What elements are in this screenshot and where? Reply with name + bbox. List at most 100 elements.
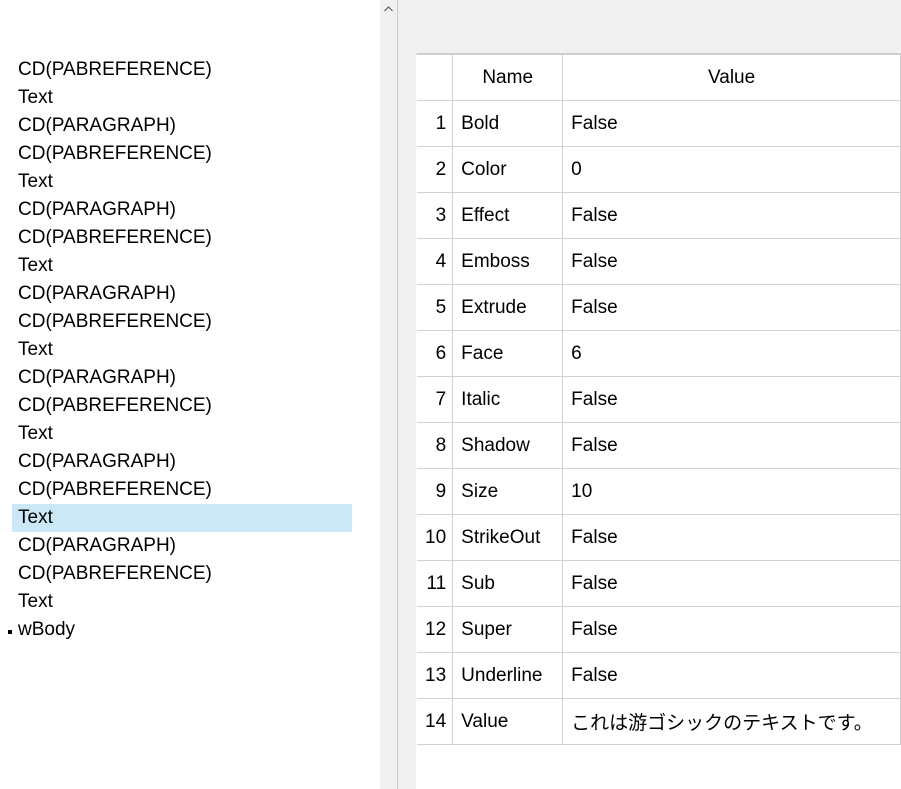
tree-item[interactable]: Text [0, 168, 380, 196]
table-row[interactable]: 11SubFalse [417, 561, 901, 607]
tree-item-label: Text [18, 507, 53, 528]
cell-name[interactable]: Bold [453, 101, 563, 147]
table-row[interactable]: 4EmbossFalse [417, 239, 901, 285]
table-row[interactable]: 10StrikeOutFalse [417, 515, 901, 561]
row-number: 4 [417, 239, 453, 285]
tree-item-label: Text [18, 423, 53, 444]
tree-item-label: CD(PARAGRAPH) [18, 199, 176, 220]
tree-item-label: CD(PABREFERENCE) [18, 563, 212, 584]
row-number: 9 [417, 469, 453, 515]
cell-name[interactable]: Color [453, 147, 563, 193]
row-number: 7 [417, 377, 453, 423]
tree-item[interactable]: CD(PARAGRAPH) [0, 448, 380, 476]
cell-value[interactable]: False [563, 561, 901, 607]
tree-item[interactable]: CD(PARAGRAPH) [0, 196, 380, 224]
tree-item[interactable]: CD(PABREFERENCE) [0, 476, 380, 504]
tree-item[interactable]: wBody [0, 616, 380, 644]
cell-name[interactable]: Effect [453, 193, 563, 239]
cell-value[interactable]: False [563, 653, 901, 699]
cell-name[interactable]: Extrude [453, 285, 563, 331]
tree-item-label: CD(PABREFERENCE) [18, 59, 212, 80]
cell-name[interactable]: Size [453, 469, 563, 515]
tree-item-label: CD(PABREFERENCE) [18, 311, 212, 332]
tree-item[interactable]: CD(PARAGRAPH) [0, 532, 380, 560]
cell-value[interactable]: False [563, 515, 901, 561]
cell-name[interactable]: Underline [453, 653, 563, 699]
tree-item[interactable]: CD(PARAGRAPH) [0, 112, 380, 140]
tree-item-label: CD(PARAGRAPH) [18, 115, 176, 136]
tree-item[interactable]: CD(PABREFERENCE) [0, 140, 380, 168]
tree-item[interactable]: Text [0, 420, 380, 448]
scrollbar-vertical[interactable] [380, 0, 397, 789]
tree-item[interactable]: Text [0, 84, 380, 112]
cell-name[interactable]: Emboss [453, 239, 563, 285]
cell-name[interactable]: StrikeOut [453, 515, 563, 561]
tree-item-label: CD(PARAGRAPH) [18, 367, 176, 388]
col-header-value[interactable]: Value [563, 55, 901, 101]
cell-name[interactable]: Face [453, 331, 563, 377]
cell-value[interactable]: False [563, 377, 901, 423]
cell-value[interactable]: 0 [563, 147, 901, 193]
row-number: 13 [417, 653, 453, 699]
cell-value[interactable]: False [563, 423, 901, 469]
row-number: 3 [417, 193, 453, 239]
cell-value[interactable]: False [563, 101, 901, 147]
table-row[interactable]: 12SuperFalse [417, 607, 901, 653]
table-row[interactable]: 14Valueこれは游ゴシックのテキストです。 [417, 699, 901, 745]
cell-name[interactable]: Super [453, 607, 563, 653]
tree-item[interactable]: CD(PABREFERENCE) [0, 560, 380, 588]
tree-item[interactable]: CD(PARAGRAPH) [0, 280, 380, 308]
tree-item[interactable]: Text [0, 588, 380, 616]
tree-item[interactable]: Text [0, 336, 380, 364]
cell-value[interactable]: 10 [563, 469, 901, 515]
row-number: 6 [417, 331, 453, 377]
tree-list[interactable]: CD(PABREFERENCE) Text CD(PARAGRAPH) CD(PABR… [0, 0, 380, 789]
splitter[interactable] [398, 0, 416, 789]
tree-item[interactable]: Text [0, 252, 380, 280]
grid-corner [417, 55, 453, 101]
table-row[interactable]: 6Face6 [417, 331, 901, 377]
tree-item[interactable]: CD(PABREFERENCE) [0, 224, 380, 252]
left-tree-pane: CD(PABREFERENCE) Text CD(PARAGRAPH) CD(PABR… [0, 0, 398, 789]
properties-grid[interactable]: Name Value 1BoldFalse2Color03EffectFalse… [417, 54, 901, 745]
cell-name[interactable]: Value [453, 699, 563, 745]
tree-item[interactable]: Text [12, 504, 352, 532]
table-row[interactable]: 7ItalicFalse [417, 377, 901, 423]
table-row[interactable]: 8ShadowFalse [417, 423, 901, 469]
cell-value[interactable]: 6 [563, 331, 901, 377]
cell-value[interactable]: False [563, 607, 901, 653]
tree-item-label: CD(PARAGRAPH) [18, 535, 176, 556]
cell-name[interactable]: Italic [453, 377, 563, 423]
row-number: 5 [417, 285, 453, 331]
cell-value[interactable]: False [563, 193, 901, 239]
col-header-name[interactable]: Name [453, 55, 563, 101]
tree-item[interactable]: CD(PABREFERENCE) [0, 392, 380, 420]
scroll-up-icon[interactable] [380, 0, 397, 17]
tree-item-label: CD(PABREFERENCE) [18, 479, 212, 500]
tree-item-label: wBody [18, 619, 75, 640]
row-number: 1 [417, 101, 453, 147]
table-row[interactable]: 13UnderlineFalse [417, 653, 901, 699]
tree-item-label: Text [18, 87, 53, 108]
tree-item-label: CD(PABREFERENCE) [18, 395, 212, 416]
tree-item[interactable]: CD(PARAGRAPH) [0, 364, 380, 392]
tree-item-label: Text [18, 591, 53, 612]
row-number: 10 [417, 515, 453, 561]
cell-value[interactable]: False [563, 239, 901, 285]
cell-value[interactable]: False [563, 285, 901, 331]
cell-name[interactable]: Shadow [453, 423, 563, 469]
tree-item[interactable]: CD(PABREFERENCE) [0, 56, 380, 84]
row-number: 8 [417, 423, 453, 469]
row-number: 2 [417, 147, 453, 193]
table-row[interactable]: 5ExtrudeFalse [417, 285, 901, 331]
tree-item-label: CD(PABREFERENCE) [18, 227, 212, 248]
cell-name[interactable]: Sub [453, 561, 563, 607]
tree-item-label: CD(PABREFERENCE) [18, 143, 212, 164]
cell-value[interactable]: これは游ゴシックのテキストです。 [563, 699, 901, 745]
table-row[interactable]: 2Color0 [417, 147, 901, 193]
table-row[interactable]: 3EffectFalse [417, 193, 901, 239]
table-row[interactable]: 9Size10 [417, 469, 901, 515]
tree-item-label: CD(PARAGRAPH) [18, 283, 176, 304]
table-row[interactable]: 1BoldFalse [417, 101, 901, 147]
tree-item[interactable]: CD(PABREFERENCE) [0, 308, 380, 336]
